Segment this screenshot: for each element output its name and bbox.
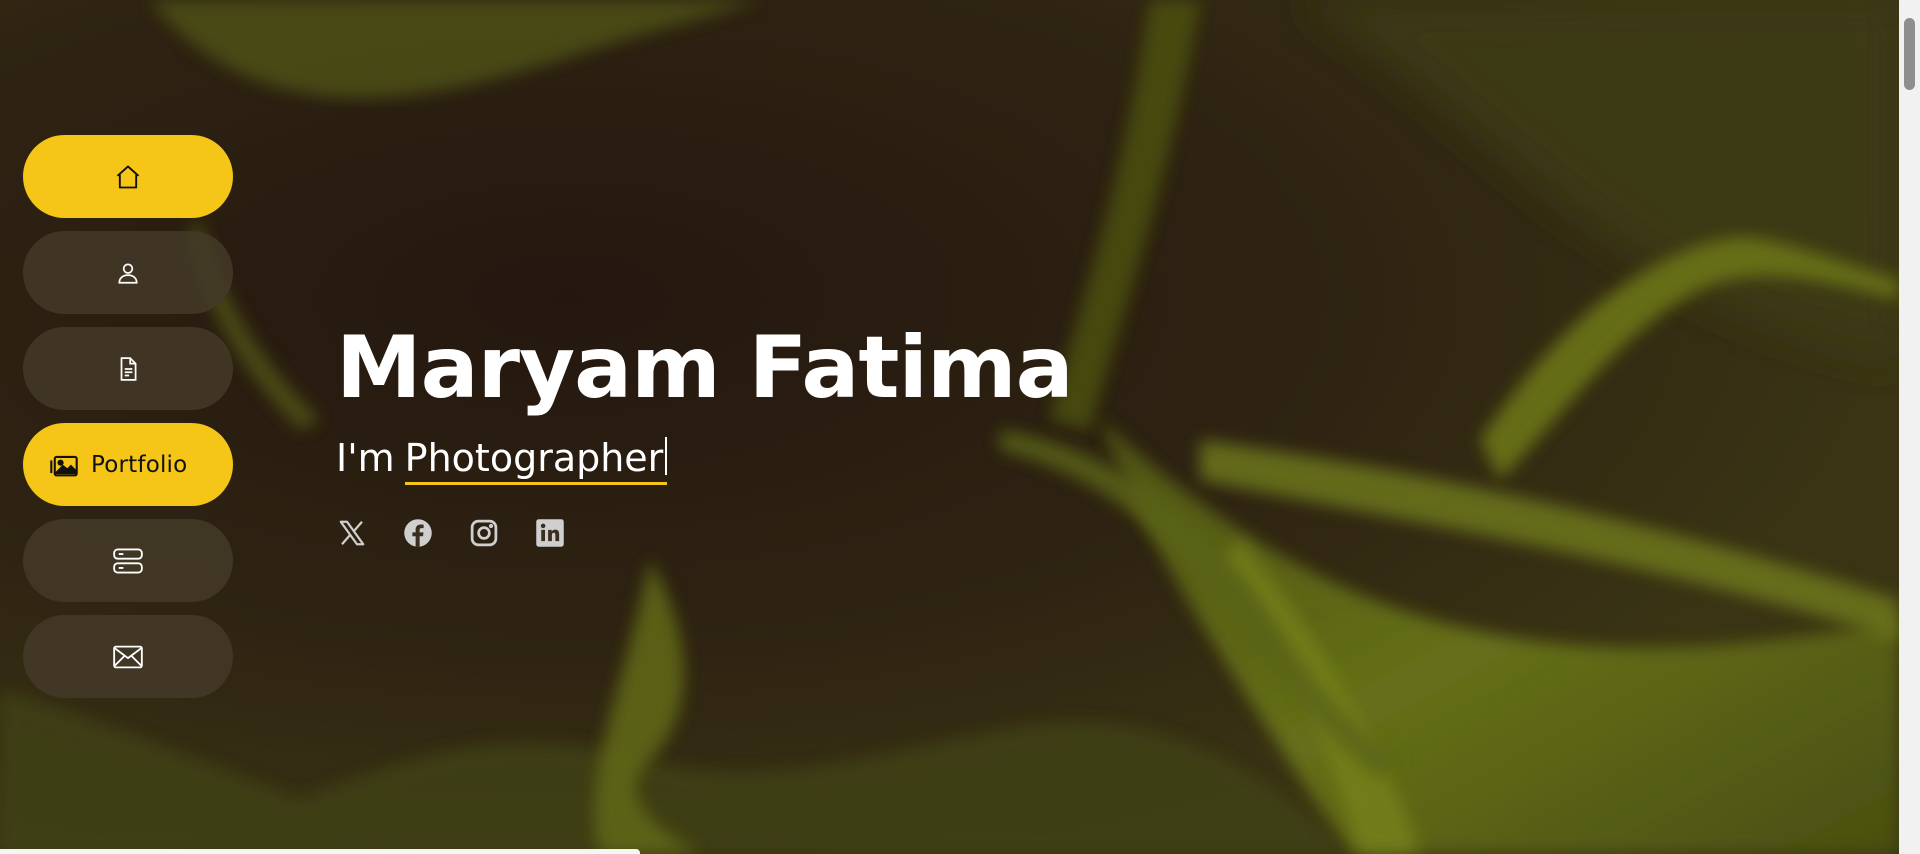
file-text-icon xyxy=(115,356,141,382)
instagram-icon xyxy=(469,518,499,553)
x-twitter-icon xyxy=(337,518,367,553)
facebook-link[interactable] xyxy=(402,518,434,553)
social-links xyxy=(336,518,1073,553)
facebook-icon xyxy=(403,518,433,553)
envelope-icon xyxy=(113,645,143,669)
nav-item-resume[interactable] xyxy=(23,327,233,410)
linkedin-icon xyxy=(535,518,565,553)
side-nav: Portfolio xyxy=(23,135,233,698)
typed-role: Photographer xyxy=(404,436,668,485)
hero-prefix: I'm xyxy=(336,436,395,480)
hero-subtitle: I'm Photographer xyxy=(336,436,1073,485)
hero: Maryam Fatima I'm Photographer xyxy=(336,318,1074,553)
vertical-scrollbar[interactable] xyxy=(1899,0,1920,854)
images-icon xyxy=(49,451,79,479)
page: Portfolio Maryam Fatima I'm Photographer xyxy=(0,0,1920,854)
typing-cursor xyxy=(665,437,668,475)
scrollbar-thumb[interactable] xyxy=(1904,18,1915,90)
person-icon xyxy=(115,260,141,286)
instagram-link[interactable] xyxy=(468,519,500,551)
bottom-strip xyxy=(0,849,640,854)
nav-item-label: Portfolio xyxy=(91,451,188,478)
nav-item-about[interactable] xyxy=(23,231,233,314)
twitter-link[interactable] xyxy=(336,519,368,551)
nav-item-portfolio[interactable]: Portfolio xyxy=(23,423,233,506)
typed-role-text: Photographer xyxy=(404,436,664,480)
nav-item-contact[interactable] xyxy=(23,615,233,698)
home-icon xyxy=(114,163,142,191)
linkedin-link[interactable] xyxy=(534,518,566,553)
nav-item-home[interactable] xyxy=(23,135,233,218)
server-icon xyxy=(113,548,143,574)
hero-name: Maryam Fatima xyxy=(336,318,1074,418)
nav-item-services[interactable] xyxy=(23,519,233,602)
